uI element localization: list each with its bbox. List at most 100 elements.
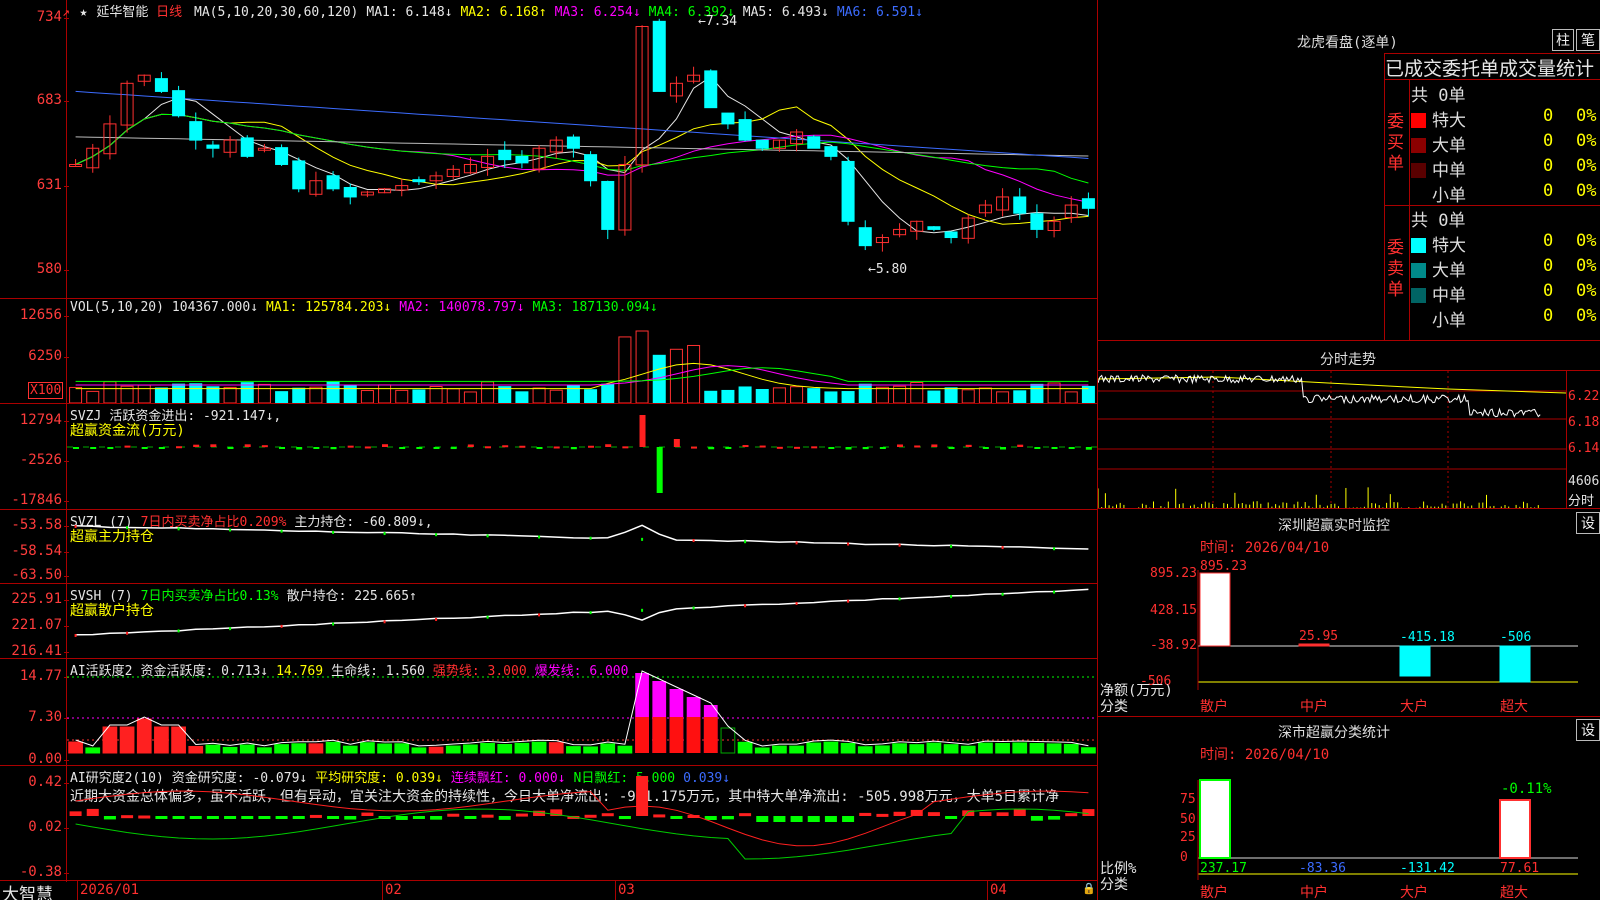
volume-chart[interactable]	[67, 315, 1097, 403]
candle-body	[515, 155, 529, 164]
y-tick-label: 6250	[28, 348, 62, 364]
tick-mark	[280, 529, 283, 533]
flow-bar	[210, 444, 217, 447]
volume-bar	[223, 386, 237, 403]
flow-bar	[931, 444, 938, 447]
color-swatch	[1411, 263, 1426, 278]
legend-item: MA3: 187130.094↓	[532, 300, 658, 315]
sz-monitor-settings-button[interactable]: 设	[1576, 512, 1600, 534]
volume-bar	[463, 391, 477, 403]
order-size-label: 大单	[1432, 261, 1466, 281]
intraday-chart[interactable]	[1098, 371, 1566, 509]
flow-bar	[725, 447, 732, 449]
volume-bar	[910, 381, 924, 403]
research-bar	[927, 812, 940, 816]
flow-bar	[742, 445, 749, 448]
order-percent: 0%	[1576, 281, 1597, 301]
tick-mark	[847, 599, 850, 603]
active-bar	[806, 742, 822, 754]
flow-bar	[1034, 447, 1041, 449]
active-bar	[909, 744, 925, 754]
candle-body	[824, 146, 838, 157]
retail-position-chart[interactable]	[67, 585, 1097, 658]
order-count: 0	[1543, 281, 1554, 301]
order-count: 0	[1543, 181, 1554, 201]
x-tick	[615, 880, 616, 900]
sell-total: 共 0单	[1411, 211, 1466, 231]
bar-mode-button[interactable]: 柱	[1552, 29, 1574, 51]
research-bar	[515, 813, 528, 817]
research-bar	[618, 816, 631, 820]
tick-mark	[744, 540, 747, 544]
y-tick-label: -0.38	[19, 864, 62, 880]
volume-bar	[549, 389, 563, 403]
research-bar	[224, 816, 237, 819]
volume-bar	[343, 384, 357, 403]
flow-bar	[828, 447, 835, 449]
research-bar	[824, 816, 837, 822]
research-bar	[258, 816, 271, 820]
ai-active-chart[interactable]	[67, 660, 1097, 765]
x-tick	[987, 880, 988, 900]
active-bar	[635, 717, 649, 753]
active-bar	[772, 745, 787, 754]
research-bar	[979, 812, 992, 816]
sz-class-bar-chart[interactable]: 237.17 -83.36 -131.42 77.61	[1098, 760, 1600, 880]
volume-bar	[1030, 383, 1044, 403]
tick-mark	[950, 595, 953, 599]
low-price-label: ←5.80	[868, 262, 908, 277]
main-position-chart[interactable]	[67, 511, 1097, 583]
active-bar	[480, 742, 495, 754]
volume-bar	[378, 384, 392, 403]
fund-flow-chart[interactable]	[67, 405, 1097, 509]
sz-class-settings-button[interactable]: 设	[1576, 719, 1600, 741]
order-row: 小单	[1411, 306, 1466, 331]
stroke-mode-button[interactable]: 笔	[1576, 29, 1600, 51]
flow-bar	[897, 444, 904, 447]
candle-body	[858, 227, 872, 247]
order-size-label: 小单	[1432, 186, 1466, 206]
volume-bar	[1064, 391, 1078, 403]
research-bar	[653, 814, 666, 818]
research-bar	[721, 816, 734, 820]
lock-icon[interactable]: 🔒	[1082, 882, 1096, 895]
y-tick-label: 683	[36, 92, 62, 108]
intraday-y-label: 6.18	[1568, 415, 1600, 430]
sz-monitor-bar-chart[interactable]: 895.23 25.95 -415.18 -506	[1098, 540, 1600, 710]
volume-bar	[395, 389, 409, 403]
research-bar	[584, 814, 597, 818]
research-bar	[395, 816, 408, 820]
tick-mark	[435, 533, 438, 537]
volume-bar	[978, 387, 992, 403]
sz-class-value: 77.61	[1500, 861, 1539, 876]
research-bar	[241, 816, 254, 819]
sz-class-category: 大户	[1400, 885, 1428, 900]
volume-bar	[446, 388, 460, 403]
order-stats-header: 已成交委托单成交量统计	[1385, 58, 1595, 80]
research-bar	[945, 816, 958, 819]
sz-monitor-value: -415.18	[1400, 630, 1455, 645]
active-bar	[754, 747, 770, 754]
active-bar	[531, 741, 547, 754]
flow-bar	[570, 447, 577, 450]
research-bar	[773, 816, 786, 822]
research-bar	[103, 816, 116, 820]
tick-mark	[795, 541, 798, 545]
research-bar	[361, 812, 374, 816]
order-percent: 0%	[1576, 231, 1597, 251]
sz-monitor-bar	[1199, 572, 1231, 647]
active-bar	[617, 745, 633, 754]
research-bar	[69, 811, 82, 816]
flow-bar	[450, 447, 457, 450]
volume-bar	[875, 386, 889, 403]
flow-bar	[1068, 447, 1075, 449]
candlestick-chart[interactable]	[67, 18, 1097, 298]
intraday-unit: 分时	[1568, 494, 1595, 509]
tick-mark	[744, 604, 747, 608]
candle-body	[1013, 196, 1027, 214]
ai-research-chart[interactable]	[67, 767, 1097, 880]
vol-unit-badge[interactable]: X100	[28, 382, 64, 399]
y-tick-label: -2526	[19, 452, 62, 468]
research-bar	[996, 812, 1009, 816]
flow-bar	[811, 446, 818, 449]
